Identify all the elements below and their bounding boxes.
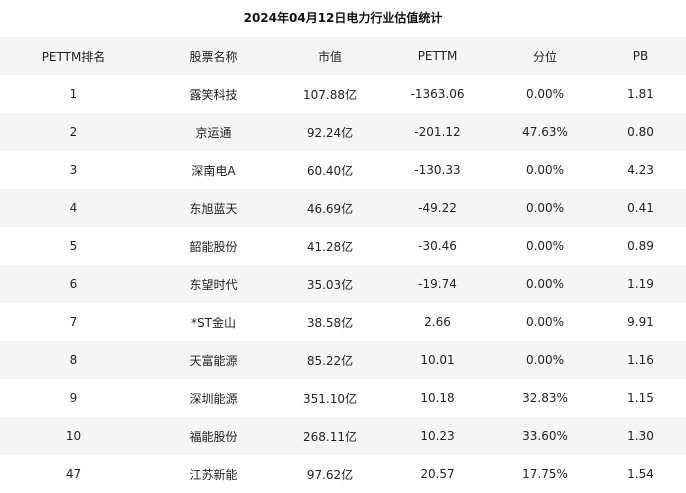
cell-pb: 1.81 — [627, 87, 654, 101]
cell-pettm: 2.66 — [424, 315, 451, 329]
cell-pb: 9.91 — [627, 315, 654, 329]
cell-rank: 6 — [69, 277, 78, 291]
cell-percentile: 47.63% — [522, 125, 568, 139]
cell-pb: 1.15 — [627, 391, 654, 405]
cell-stock-name: 东望时代 — [189, 277, 238, 292]
cell-pettm: -201.12 — [414, 125, 461, 139]
cell-pb: 1.54 — [627, 467, 654, 481]
cell-stock-name: 京运通 — [195, 125, 232, 140]
cell-pettm: -19.74 — [418, 277, 457, 291]
header-percentile: 分位 — [532, 49, 557, 64]
table-row: 10 福能股份 268.11亿 10.23 33.60% 1.30 — [0, 417, 686, 455]
cell-market-cap: 38.58亿 — [306, 315, 354, 330]
cell-rank: 4 — [69, 201, 78, 215]
cell-stock-name: 东旭蓝天 — [189, 201, 238, 216]
valuation-table: PETTM排名 股票名称 市值 PETTM 分位 PB 1 露笑科技 107.8… — [0, 37, 686, 493]
cell-market-cap: 351.10亿 — [303, 391, 357, 406]
header-stock-name: 股票名称 — [189, 49, 238, 64]
cell-pb: 0.41 — [627, 201, 654, 215]
cell-stock-name: 韶能股份 — [189, 239, 238, 254]
cell-market-cap: 60.40亿 — [306, 163, 354, 178]
table-row: 5 韶能股份 41.28亿 -30.46 0.00% 0.89 — [0, 227, 686, 265]
cell-pettm: -49.22 — [418, 201, 457, 215]
cell-pettm: 10.23 — [420, 429, 455, 443]
table-row: 9 深圳能源 351.10亿 10.18 32.83% 1.15 — [0, 379, 686, 417]
cell-pettm: 20.57 — [420, 467, 455, 481]
cell-percentile: 17.75% — [522, 467, 568, 481]
table-row: 1 露笑科技 107.88亿 -1363.06 0.00% 1.81 — [0, 75, 686, 113]
cell-rank: 7 — [69, 315, 78, 329]
table-row: 7 *ST金山 38.58亿 2.66 0.00% 9.91 — [0, 303, 686, 341]
cell-rank: 1 — [69, 87, 78, 101]
cell-rank: 8 — [69, 353, 78, 367]
cell-percentile: 0.00% — [525, 87, 565, 101]
cell-stock-name: 福能股份 — [189, 429, 238, 444]
cell-percentile: 32.83% — [522, 391, 568, 405]
cell-percentile: 0.00% — [525, 353, 565, 367]
cell-pb: 1.16 — [627, 353, 654, 367]
table-row: 2 京运通 92.24亿 -201.12 47.63% 0.80 — [0, 113, 686, 151]
cell-rank: 5 — [69, 239, 78, 253]
header-pb: PB — [632, 49, 649, 63]
header-pettm: PETTM — [417, 49, 458, 63]
cell-pettm: -30.46 — [418, 239, 457, 253]
cell-pettm: -130.33 — [414, 163, 461, 177]
cell-rank: 47 — [65, 467, 82, 481]
cell-stock-name: 深圳能源 — [189, 391, 238, 406]
cell-pb: 0.80 — [627, 125, 654, 139]
cell-percentile: 0.00% — [525, 277, 565, 291]
cell-percentile: 0.00% — [525, 201, 565, 215]
cell-pettm: 10.18 — [420, 391, 455, 405]
cell-percentile: 0.00% — [525, 239, 565, 253]
table-row: 47 江苏新能 97.62亿 20.57 17.75% 1.54 — [0, 455, 686, 493]
table-row: 4 东旭蓝天 46.69亿 -49.22 0.00% 0.41 — [0, 189, 686, 227]
cell-stock-name: 天富能源 — [189, 353, 238, 368]
cell-rank: 9 — [69, 391, 78, 405]
table-header-row: PETTM排名 股票名称 市值 PETTM 分位 PB — [0, 37, 686, 75]
header-market-cap: 市值 — [317, 49, 342, 64]
table-row: 3 深南电A 60.40亿 -130.33 0.00% 4.23 — [0, 151, 686, 189]
cell-pettm: -1363.06 — [410, 87, 465, 101]
cell-market-cap: 41.28亿 — [306, 239, 354, 254]
cell-market-cap: 97.62亿 — [306, 467, 354, 482]
cell-rank: 3 — [69, 163, 78, 177]
cell-stock-name: 深南电A — [191, 163, 236, 178]
cell-pettm: 10.01 — [420, 353, 455, 367]
cell-stock-name: *ST金山 — [191, 315, 236, 330]
cell-percentile: 33.60% — [522, 429, 568, 443]
cell-pb: 0.89 — [627, 239, 654, 253]
header-rank: PETTM排名 — [41, 49, 106, 64]
page-title: 2024年04月12日电力行业估值统计 — [243, 11, 443, 25]
cell-stock-name: 江苏新能 — [189, 467, 238, 482]
cell-market-cap: 85.22亿 — [306, 353, 354, 368]
cell-rank: 2 — [69, 125, 78, 139]
cell-percentile: 0.00% — [525, 315, 565, 329]
cell-pb: 4.23 — [627, 163, 654, 177]
cell-percentile: 0.00% — [525, 163, 565, 177]
cell-pb: 1.19 — [627, 277, 654, 291]
table-row: 8 天富能源 85.22亿 10.01 0.00% 1.16 — [0, 341, 686, 379]
cell-pb: 1.30 — [627, 429, 654, 443]
cell-market-cap: 107.88亿 — [303, 87, 357, 102]
cell-market-cap: 268.11亿 — [303, 429, 357, 444]
cell-stock-name: 露笑科技 — [189, 87, 238, 102]
cell-rank: 10 — [65, 429, 82, 443]
cell-market-cap: 92.24亿 — [306, 125, 354, 140]
cell-market-cap: 46.69亿 — [306, 201, 354, 216]
cell-market-cap: 35.03亿 — [306, 277, 354, 292]
table-row: 6 东望时代 35.03亿 -19.74 0.00% 1.19 — [0, 265, 686, 303]
